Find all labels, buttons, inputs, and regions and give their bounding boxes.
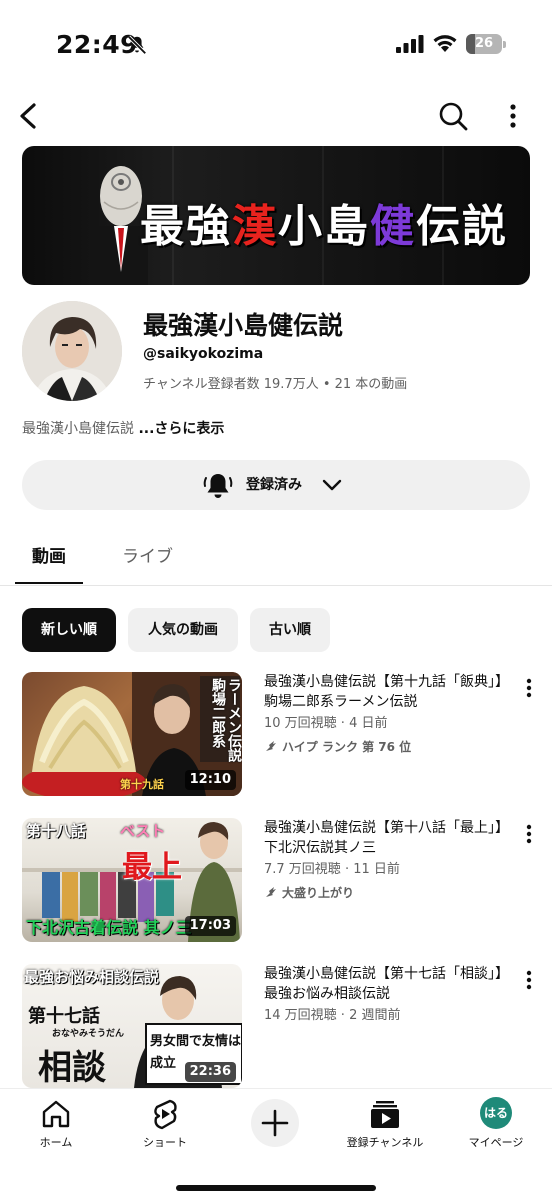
- video-title[interactable]: 最強漢小島健伝説【第十七話「相談」】最強お悩み相談伝説: [264, 964, 504, 1004]
- subscriptions-icon: [371, 1101, 399, 1128]
- nav-label: ショート: [143, 1136, 187, 1149]
- thumbnail-caption: 第十九話: [120, 778, 164, 791]
- bell-icon: [203, 474, 233, 498]
- bell-slash-icon: [127, 35, 147, 55]
- video-list-item[interactable]: 最強お悩み相談伝説 第十七話 おなやみそうだん 相談 男女間で友情は 成立 22…: [0, 964, 552, 1090]
- show-more-link[interactable]: ...さらに表示: [138, 421, 224, 437]
- home-indicator: [176, 1185, 376, 1191]
- nav-label: マイページ: [468, 1136, 524, 1149]
- plus-icon: [261, 1109, 289, 1137]
- thumbnail-caption: 男女間で友情は: [150, 1034, 242, 1049]
- video-list-item[interactable]: 駒場二郎系 ラーメン伝説 第十九話 12:10 最強漢小島健伝説【第十九話「飯典…: [0, 672, 552, 798]
- video-meta: 10 万回視聴 · 4 日前: [264, 716, 388, 731]
- shorts-icon: [154, 1099, 177, 1130]
- video-badge-label: 大盛り上がり: [282, 886, 355, 900]
- video-thumbnail[interactable]: 最強お悩み相談伝説 第十七話 おなやみそうだん 相談 男女間で友情は 成立 22…: [22, 964, 242, 1088]
- thumbnail-caption: 第十七話: [28, 1006, 100, 1027]
- channel-avatar[interactable]: [22, 301, 122, 401]
- top-nav: [0, 94, 552, 138]
- tab-selected-indicator: [15, 582, 83, 584]
- nav-my-page[interactable]: はる マイページ: [446, 1097, 546, 1155]
- nav-shorts[interactable]: ショート: [115, 1097, 215, 1155]
- tab-videos[interactable]: 動画: [32, 542, 66, 567]
- channel-name: 最強漢小島健伝説: [143, 311, 344, 340]
- thumbnail-caption: 相談: [38, 1048, 106, 1088]
- hype-icon: [266, 887, 276, 897]
- description-text: 最強漢小島健伝説: [22, 421, 139, 437]
- channel-description[interactable]: 最強漢小島健伝説 ...さらに表示: [22, 418, 224, 438]
- channel-handle: @saikyokozima: [143, 346, 264, 362]
- avatar-image: [22, 301, 122, 401]
- channel-stats: チャンネル登録者数 19.7万人 • 21 本の動画: [143, 377, 408, 392]
- video-duration: 22:36: [184, 1062, 236, 1082]
- status-bar: 22:49 26: [0, 0, 552, 92]
- more-vertical-icon[interactable]: [520, 676, 538, 700]
- channel-banner: 最強漢小島健伝説: [22, 146, 530, 285]
- hype-icon: [266, 741, 276, 751]
- more-vertical-icon[interactable]: [520, 968, 538, 992]
- thumbnail-caption: 成立: [150, 1056, 177, 1071]
- video-duration: 12:10: [184, 770, 236, 790]
- video-duration: 17:03: [184, 916, 236, 936]
- thumbnail-caption: おなやみそうだん: [52, 1029, 125, 1039]
- tab-live[interactable]: ライブ: [122, 542, 173, 567]
- battery-icon: 26: [466, 34, 506, 54]
- channel-tabs: 動画 ライブ: [0, 530, 552, 586]
- thumbnail-caption: 第十八話: [26, 822, 87, 840]
- subscribed-label: 登録済み: [246, 477, 302, 493]
- video-thumbnail[interactable]: 第十八話 ベスト 最上 下北沢古着伝説 其ノ三 17:03: [22, 818, 242, 942]
- subscribed-button[interactable]: 登録済み: [22, 460, 530, 510]
- video-meta: 14 万回視聴 · 2 週間前: [264, 1008, 401, 1023]
- video-meta: 7.7 万回視聴 · 11 日前: [264, 862, 400, 877]
- chip-newest[interactable]: 新しい順: [22, 608, 116, 652]
- nav-label: 登録チャンネル: [346, 1136, 424, 1149]
- thumbnail-caption: 最強お悩み相談伝説: [24, 968, 160, 986]
- banner-title: 最強漢小島健伝説: [140, 201, 508, 252]
- back-arrow-icon[interactable]: [12, 98, 46, 134]
- more-vertical-icon[interactable]: [500, 98, 526, 134]
- home-icon: [42, 1100, 70, 1128]
- thumbnail-caption: 下北沢古着伝説 其ノ三: [26, 918, 192, 937]
- chip-popular[interactable]: 人気の動画: [128, 608, 238, 652]
- thumbnail-caption: ベスト: [120, 822, 166, 840]
- chevron-down-icon: [322, 479, 342, 491]
- video-title[interactable]: 最強漢小島健伝説【第十九話「飯典」】駒場二郎系ラーメン伝説: [264, 672, 504, 712]
- wifi-icon: [433, 35, 457, 52]
- create-button[interactable]: [251, 1099, 299, 1147]
- chip-oldest[interactable]: 古い順: [250, 608, 330, 652]
- video-badge: ハイプ ランク 第 76 位: [264, 738, 411, 755]
- nav-subscriptions[interactable]: 登録チャンネル: [335, 1097, 435, 1155]
- thumbnail-caption: 最上: [122, 850, 182, 885]
- nav-label: ホーム: [39, 1136, 73, 1149]
- video-list-item[interactable]: 第十八話 ベスト 最上 下北沢古着伝説 其ノ三 17:03 最強漢小島健伝説【第…: [0, 818, 552, 944]
- thumbnail-caption: ラーメン伝説: [226, 678, 242, 762]
- video-title[interactable]: 最強漢小島健伝説【第十八話「最上」】下北沢伝説其ノ三: [264, 818, 504, 858]
- video-badge: 大盛り上がり: [264, 884, 354, 901]
- more-vertical-icon[interactable]: [520, 822, 538, 846]
- search-icon[interactable]: [436, 98, 470, 134]
- battery-level: 26: [474, 36, 494, 51]
- bottom-nav: ホーム ショート 登録チャンネル はる マイページ: [0, 1088, 552, 1200]
- nav-home[interactable]: ホーム: [6, 1097, 106, 1155]
- video-badge-label: ハイプ ランク 第 76 位: [282, 740, 412, 754]
- video-thumbnail[interactable]: 駒場二郎系 ラーメン伝説 第十九話 12:10: [22, 672, 242, 796]
- cellular-signal-icon: [396, 35, 424, 53]
- avatar: はる: [480, 1097, 512, 1129]
